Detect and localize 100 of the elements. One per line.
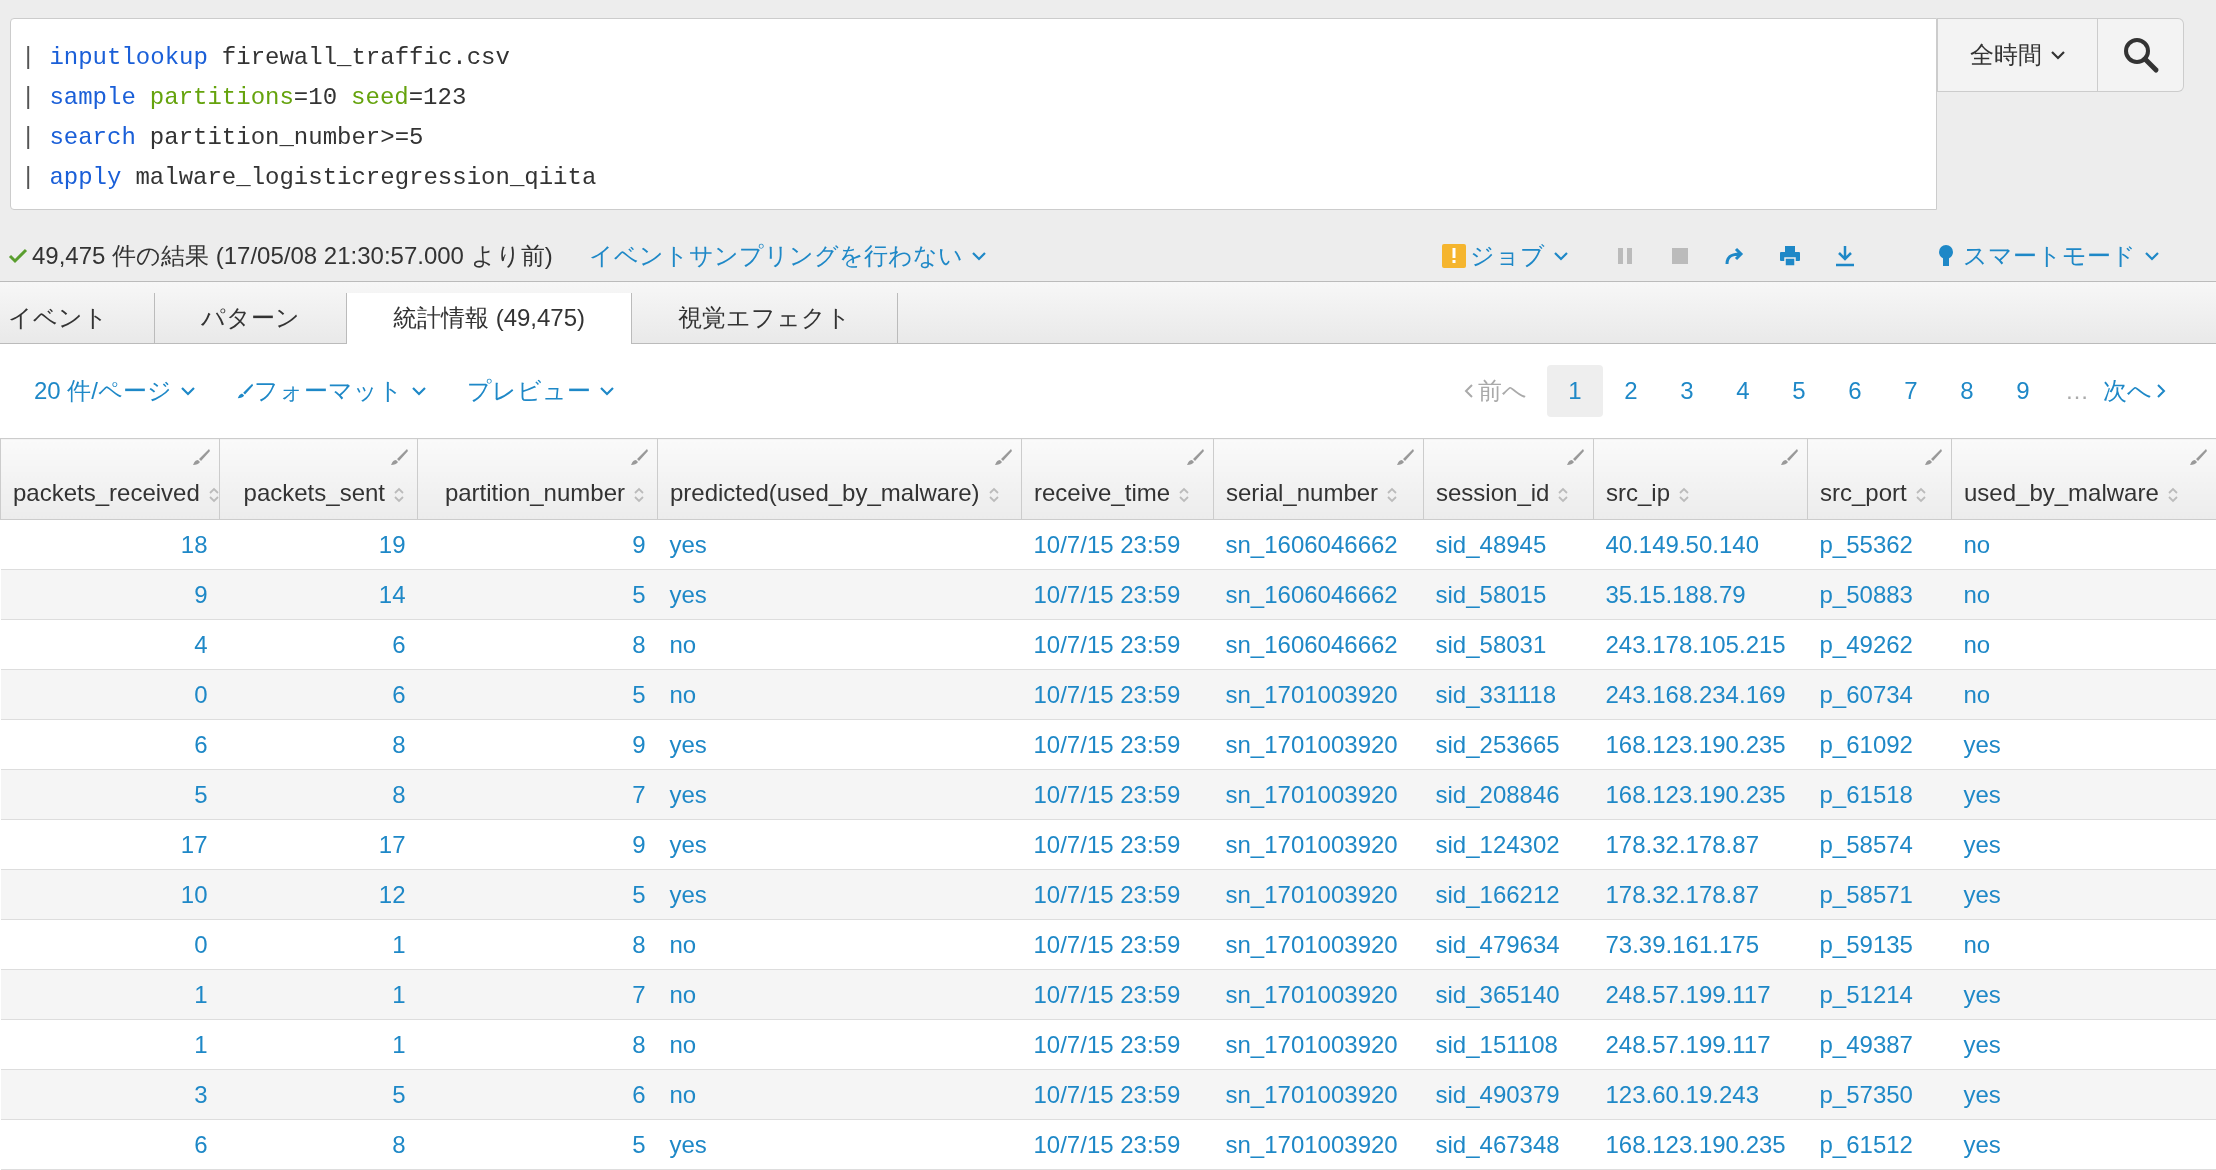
- sort-icon[interactable]: [1557, 485, 1570, 504]
- page-number[interactable]: 5: [1771, 364, 1827, 417]
- table-cell: 0: [0, 669, 220, 720]
- table-cell: p_60734: [1807, 669, 1952, 720]
- sort-icon[interactable]: [207, 485, 220, 504]
- page-number[interactable]: 4: [1715, 364, 1771, 417]
- table-cell: 10: [0, 869, 220, 920]
- table-cell: 5: [417, 569, 658, 620]
- page-number[interactable]: 7: [1883, 364, 1939, 417]
- brush-icon[interactable]: [1185, 447, 1205, 467]
- query-token: |: [21, 83, 36, 113]
- table-cell: 10/7/15 23:59: [1021, 769, 1214, 820]
- query-token: seed: [351, 83, 409, 113]
- sort-icon[interactable]: [2166, 485, 2179, 504]
- column-header[interactable]: serial_number: [1213, 438, 1424, 520]
- search-button[interactable]: [2098, 18, 2184, 92]
- job-menu[interactable]: ジョブ: [1470, 238, 1569, 275]
- table-cell: p_61092: [1807, 719, 1952, 770]
- table-cell: 1: [219, 1019, 418, 1070]
- table-cell: 7: [417, 969, 658, 1020]
- table-cell: sn_1701003920: [1213, 1069, 1424, 1120]
- table-option-dropdown[interactable]: プレビュー: [467, 372, 616, 409]
- brush-icon[interactable]: [993, 447, 1013, 467]
- page-number[interactable]: 9: [1995, 364, 2051, 417]
- table-cell: sid_479634: [1423, 919, 1594, 970]
- column-header[interactable]: receive_time: [1021, 438, 1214, 520]
- table-cell: 40.149.50.140: [1593, 519, 1808, 570]
- table-cell: sid_151108: [1423, 1019, 1594, 1070]
- column-header[interactable]: packets_received: [0, 438, 220, 520]
- sort-icon[interactable]: [1678, 485, 1691, 504]
- column-header[interactable]: partition_number: [417, 438, 658, 520]
- results-tab[interactable]: イベント: [0, 292, 155, 343]
- table-cell: sn_1701003920: [1213, 819, 1424, 870]
- table-cell: 10/7/15 23:59: [1021, 619, 1214, 670]
- table-cell: p_49387: [1807, 1019, 1952, 1070]
- column-header[interactable]: used_by_malware: [1951, 438, 2216, 520]
- query-token: =10: [293, 83, 338, 113]
- column-header[interactable]: src_port: [1807, 438, 1952, 520]
- table-cell: 1: [219, 969, 418, 1020]
- time-range-picker[interactable]: 全時間: [1937, 18, 2098, 92]
- brush-icon: [236, 381, 255, 400]
- brush-icon[interactable]: [1565, 447, 1585, 467]
- table-cell: 10/7/15 23:59: [1021, 819, 1214, 870]
- sort-icon[interactable]: [1914, 485, 1927, 504]
- query-token: =123: [408, 83, 467, 113]
- column-header[interactable]: packets_sent: [219, 438, 418, 520]
- table-cell: 168.123.190.235: [1593, 719, 1808, 770]
- page-number[interactable]: 3: [1659, 364, 1715, 417]
- table-cell: 9: [417, 519, 658, 570]
- download-icon[interactable]: [1833, 244, 1857, 269]
- table-cell: 8: [417, 1019, 658, 1070]
- page-number[interactable]: 8: [1939, 364, 1995, 417]
- search-query-field[interactable]: | inputlookup firewall_traffic.csv | sample partitions=10 seed=123 | search partition_number>=5 | apply malware_logisticregression_qiita: [10, 18, 1937, 210]
- sort-icon[interactable]: [1386, 485, 1399, 504]
- table-cell: 10/7/15 23:59: [1021, 1119, 1214, 1170]
- table-cell: sn_1701003920: [1213, 969, 1424, 1020]
- query-token: |: [21, 163, 36, 193]
- page-number[interactable]: 2: [1603, 364, 1659, 417]
- page-number[interactable]: 1: [1547, 364, 1603, 417]
- chevron-left-icon: [1464, 382, 1474, 399]
- column-header[interactable]: src_ip: [1593, 438, 1808, 520]
- brush-icon[interactable]: [191, 447, 211, 467]
- results-tab[interactable]: 統計情報 (49,475): [347, 292, 633, 344]
- table-cell: sid_124302: [1423, 819, 1594, 870]
- table-cell: yes: [1951, 719, 2216, 770]
- column-header[interactable]: predicted(used_by_malware): [657, 438, 1022, 520]
- sort-icon[interactable]: [393, 485, 405, 504]
- column-header[interactable]: session_id: [1423, 438, 1594, 520]
- table-cell: 8: [219, 719, 418, 770]
- brush-icon[interactable]: [2188, 447, 2208, 467]
- results-tab[interactable]: 視覚エフェクト: [632, 292, 899, 343]
- table-option-dropdown[interactable]: 20 件/ページ: [34, 372, 197, 409]
- brush-icon[interactable]: [1923, 447, 1943, 467]
- chevron-down-icon: [2144, 251, 2160, 262]
- brush-icon[interactable]: [1779, 447, 1799, 467]
- table-cell: p_49262: [1807, 619, 1952, 670]
- brush-icon[interactable]: [389, 447, 409, 467]
- table-option-dropdown[interactable]: フォーマット: [236, 372, 428, 409]
- chevron-down-icon: [970, 251, 987, 262]
- table-cell: sn_1701003920: [1213, 719, 1424, 770]
- table-cell: 9: [0, 569, 220, 620]
- query-token: partition_number>=5: [149, 123, 424, 153]
- search-mode-dropdown[interactable]: スマートモード: [1963, 238, 2160, 275]
- brush-icon[interactable]: [1395, 447, 1415, 467]
- table-cell: 5: [417, 1119, 658, 1170]
- sampling-dropdown[interactable]: イベントサンプリングを行わない: [588, 238, 987, 275]
- lightbulb-icon: [1937, 244, 1955, 269]
- sort-icon[interactable]: [633, 485, 645, 504]
- query-token: malware_logisticregression_qiita: [135, 163, 597, 193]
- table-cell: 6: [219, 669, 418, 720]
- page-number[interactable]: 6: [1827, 364, 1883, 417]
- sort-icon[interactable]: [1178, 485, 1191, 504]
- table-cell: 5: [0, 769, 220, 820]
- sort-icon[interactable]: [987, 485, 1000, 504]
- next-page-link[interactable]: 次へ: [2103, 372, 2166, 409]
- table-cell: sn_1606046662: [1213, 519, 1424, 570]
- table-cell: sn_1701003920: [1213, 1019, 1424, 1070]
- chevron-down-icon: [411, 385, 428, 396]
- brush-icon[interactable]: [629, 447, 649, 467]
- print-icon[interactable]: [1778, 244, 1802, 269]
